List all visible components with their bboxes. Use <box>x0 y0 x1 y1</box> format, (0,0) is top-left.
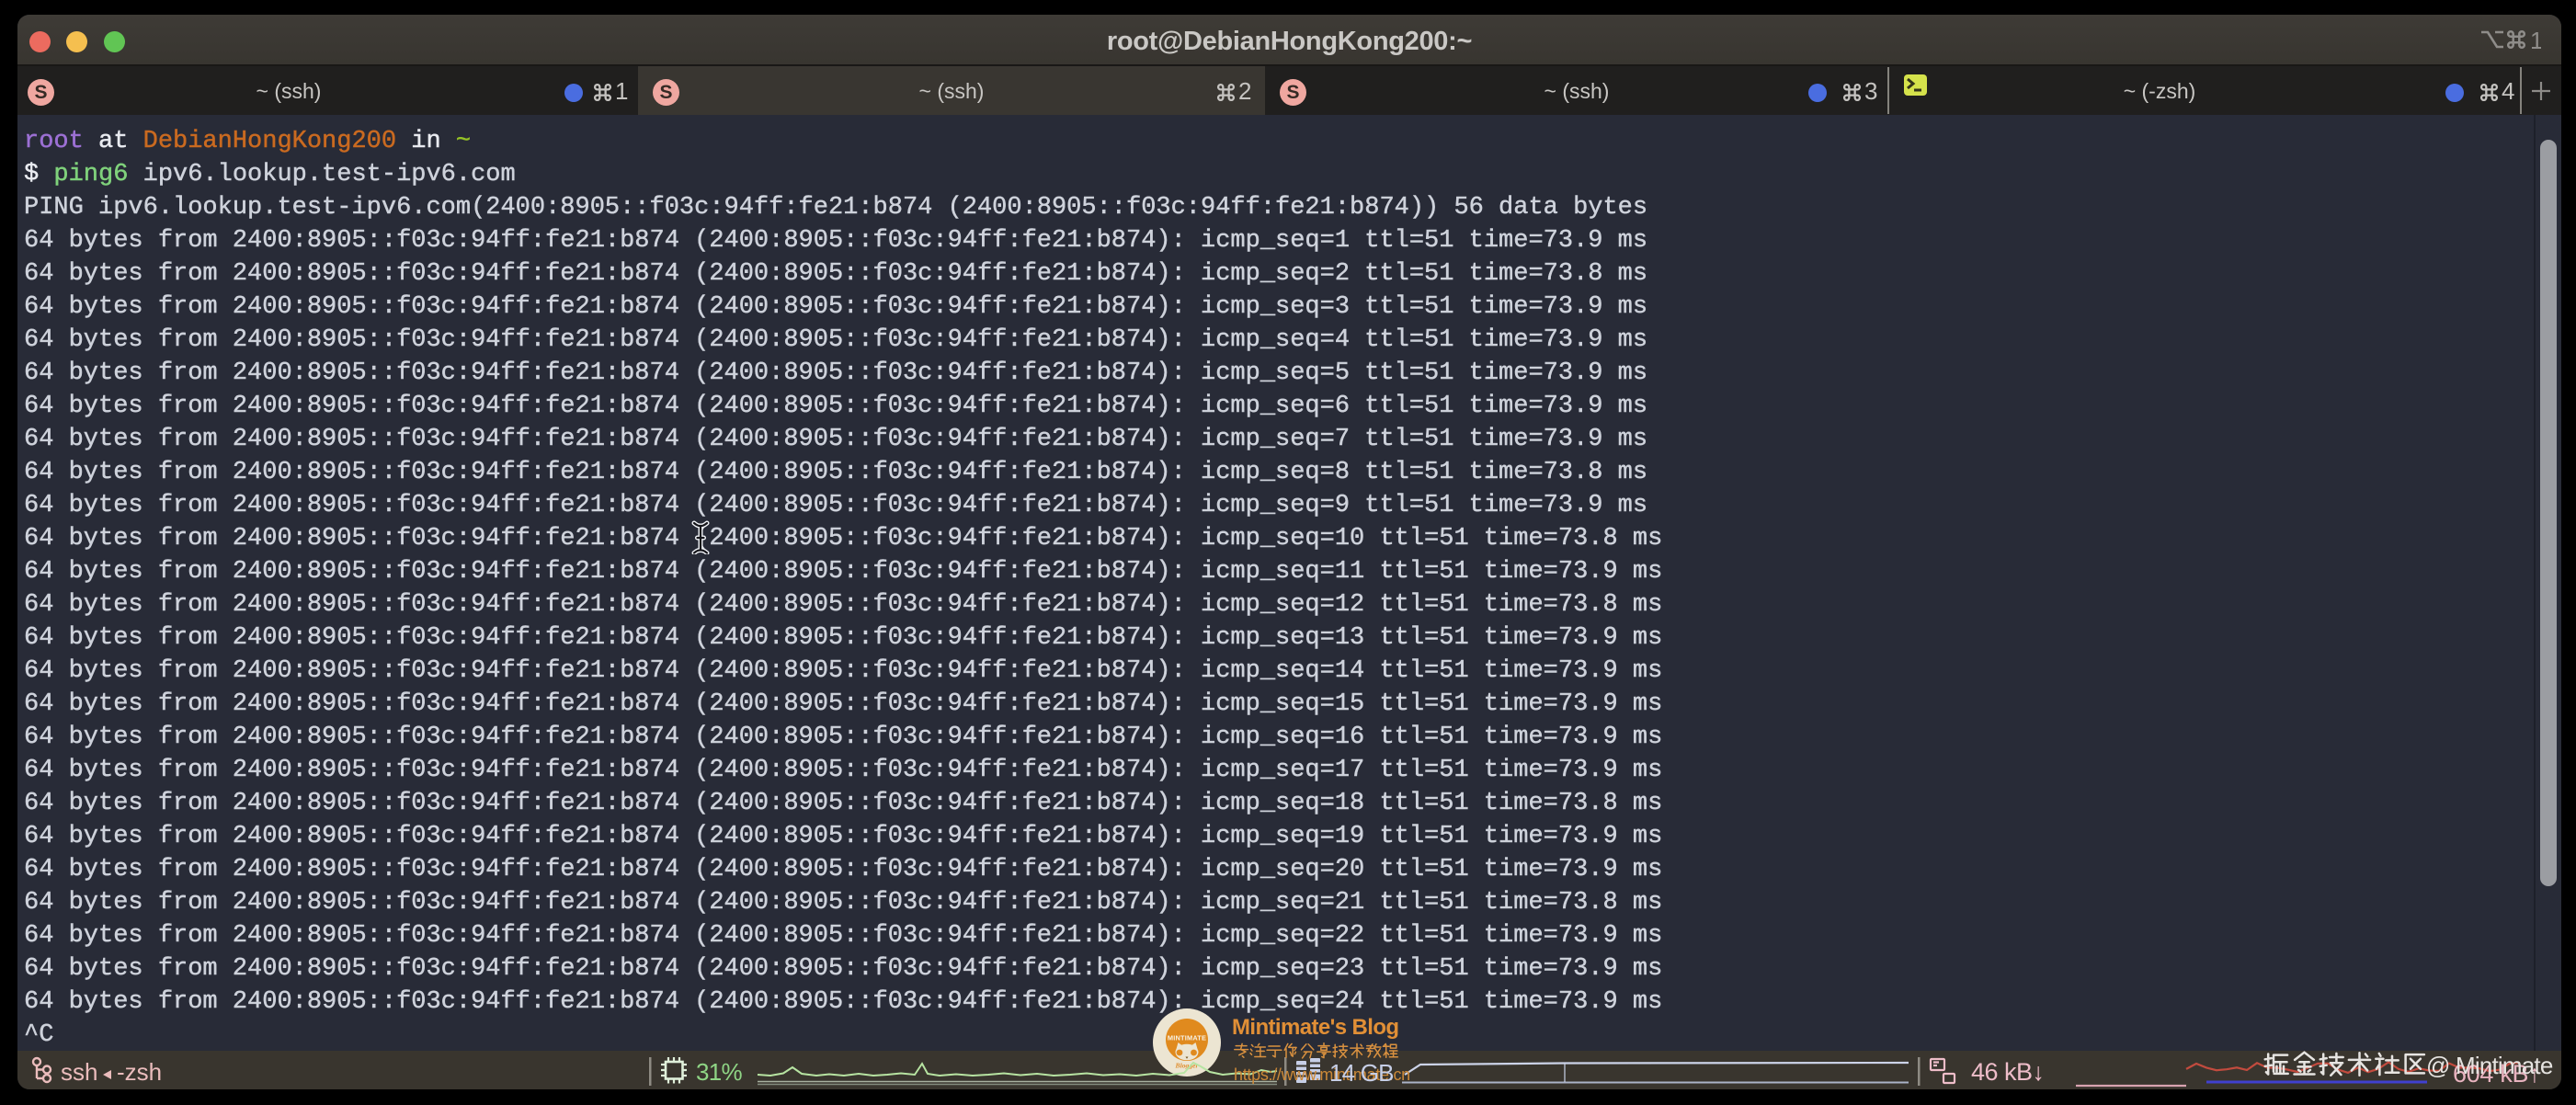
svg-text:MINTIMATE: MINTIMATE <box>1168 1034 1206 1042</box>
svg-text:1: 1 <box>2530 27 2541 52</box>
svg-text:Blogger: Blogger <box>1175 1062 1200 1070</box>
